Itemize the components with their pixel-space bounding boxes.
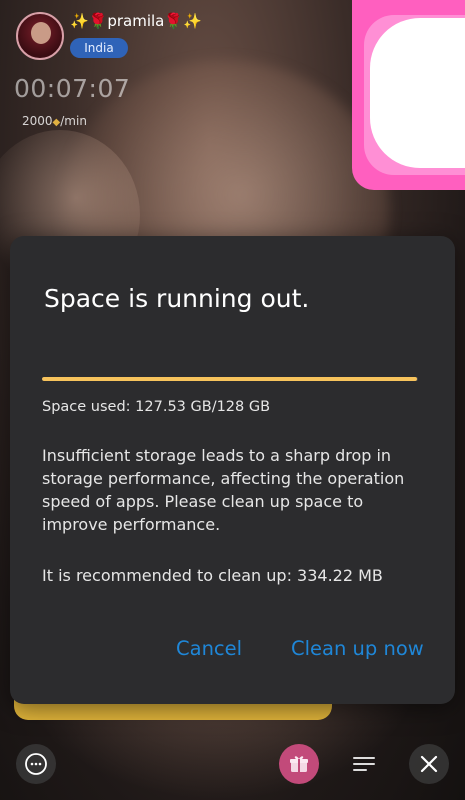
pink-widget-shape [370, 18, 465, 168]
cleanup-recommendation: It is recommended to clean up: 334.22 MB [42, 566, 383, 585]
dialog-title: Space is running out. [44, 284, 310, 313]
chat-button[interactable] [16, 744, 56, 784]
gift-icon [290, 756, 308, 772]
call-timer: 00:07:07 [14, 74, 131, 103]
storage-progress-bar [42, 377, 418, 381]
storage-warning-dialog: Space is running out. Space used: 127.53… [10, 236, 455, 704]
close-icon [420, 755, 438, 773]
rate-unit: /min [60, 114, 87, 128]
gift-button[interactable] [279, 744, 319, 784]
menu-icon [353, 757, 375, 771]
country-badge: India [70, 38, 128, 58]
close-button[interactable] [409, 744, 449, 784]
dialog-description: Insufficient storage leads to a sharp dr… [42, 446, 405, 534]
host-username: ✨🌹pramila🌹✨ [70, 12, 202, 30]
cancel-button[interactable]: Cancel [176, 637, 242, 660]
rate-value: 2000 [22, 114, 53, 128]
call-rate: 2000◆/min [22, 114, 87, 128]
space-used-text: Space used: 127.53 GB/128 GB [42, 399, 271, 415]
chat-icon [25, 753, 47, 775]
storage-progress-fill [42, 377, 417, 381]
menu-button[interactable] [344, 744, 384, 784]
host-avatar[interactable] [16, 12, 64, 60]
clean-up-now-button[interactable]: Clean up now [291, 637, 424, 660]
pink-floating-widget[interactable] [352, 0, 465, 190]
